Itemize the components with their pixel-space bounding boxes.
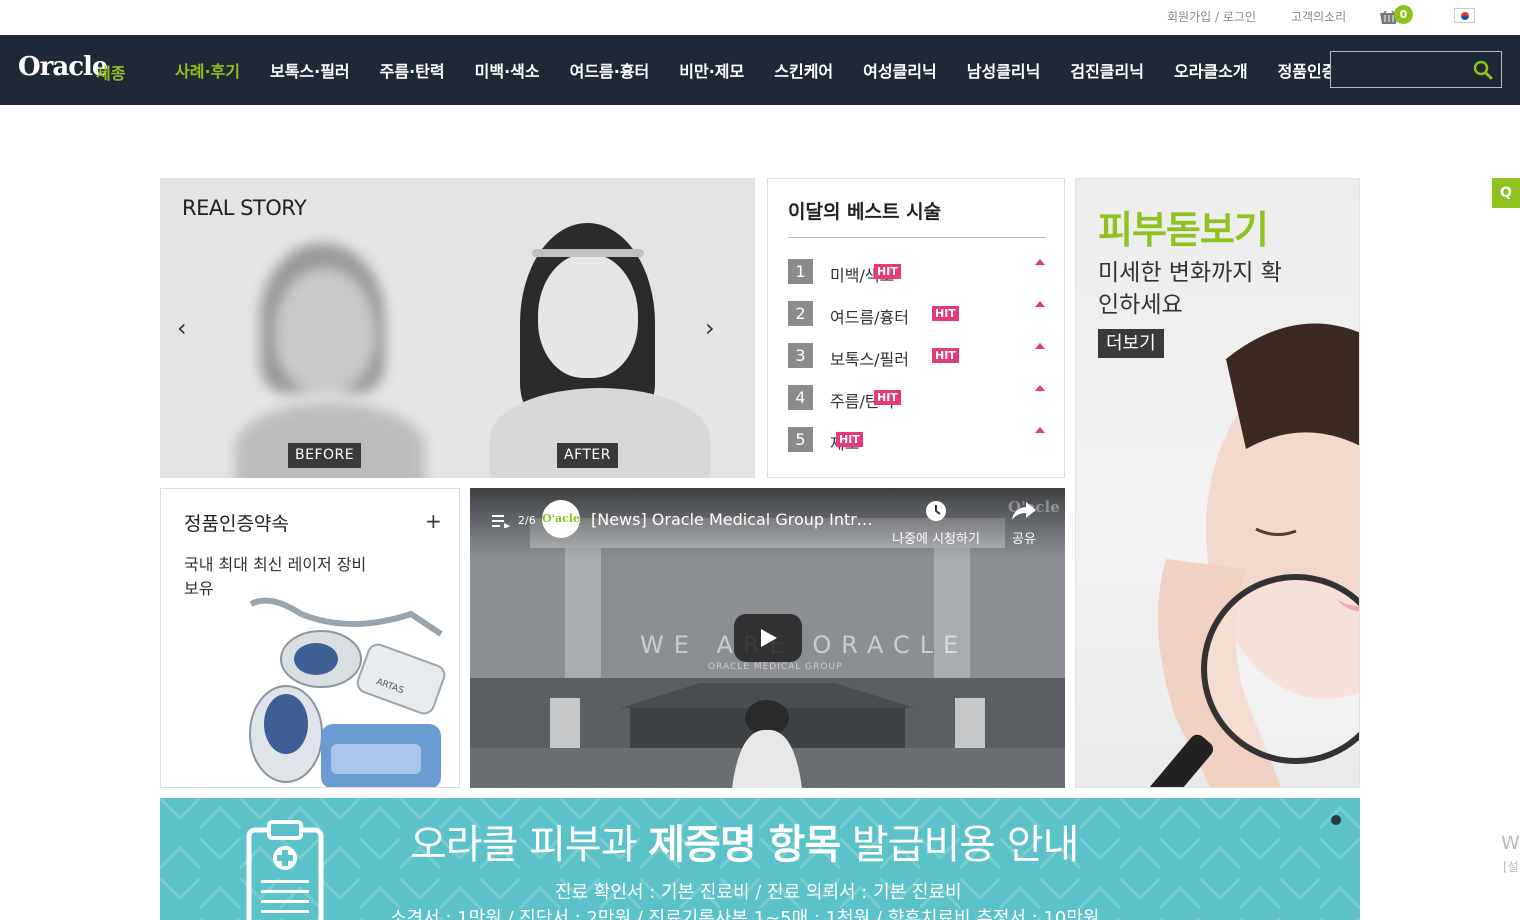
nav-item-7[interactable]: 여성클리닉 xyxy=(848,58,952,82)
nav-item-1[interactable]: 보톡스·필러 xyxy=(255,58,365,82)
nav-menu: 사례·후기 보톡스·필러 주름·탄력 미백·색소 여드름·흉터 비만·제모 스킨케어 여성클리… xyxy=(160,35,1381,105)
nav-item-2[interactable]: 주름·탄력 xyxy=(365,58,460,82)
real-story-panel: REAL STORY BEFORE AFTER ‹ › xyxy=(160,178,755,478)
certified-promise-title: 정품인증약속 xyxy=(184,513,289,535)
rank-up-icon xyxy=(1035,343,1045,349)
quick-menu-tab[interactable]: Q xyxy=(1492,178,1520,208)
hit-badge: HIT xyxy=(836,432,863,447)
best-item[interactable]: 1 미백/색소 HIT xyxy=(788,259,1048,285)
hit-badge: HIT xyxy=(932,306,959,321)
rank-up-icon xyxy=(1035,427,1045,433)
logo-text: Oracle xyxy=(18,52,108,82)
cart-button[interactable]: 0 xyxy=(1380,5,1414,29)
banner-title: 오라클 피부과 제증명 항목 발급비용 안내 xyxy=(410,822,1079,868)
clipboard-icon xyxy=(246,820,324,920)
real-story-title: REAL STORY xyxy=(182,196,307,220)
before-label: BEFORE xyxy=(288,443,362,468)
video-title[interactable]: [News] Oracle Medical Group Intro... xyxy=(591,510,881,529)
certified-promise-panel: 정품인증약속 + 국내 최대 최신 레이저 장비 보유 ARTAS xyxy=(160,488,460,788)
treatment-name: 보톡스/필러 xyxy=(830,350,909,369)
model-face-image xyxy=(1136,323,1359,787)
rank-number: 4 xyxy=(788,385,813,410)
best-item[interactable]: 5제모HIT xyxy=(788,427,1048,453)
nav-item-10[interactable]: 오라클소개 xyxy=(1159,58,1263,82)
before-photo xyxy=(215,233,445,478)
rank-number: 1 xyxy=(788,259,813,284)
side-text-bracket: [설 xyxy=(1503,860,1519,874)
divider xyxy=(788,237,1046,238)
customer-voice-link[interactable]: 고객의소리 xyxy=(1291,8,1346,25)
treatment-name: 여드름/흉터 xyxy=(830,308,909,327)
hit-badge: HIT xyxy=(874,264,901,279)
logo-region: 세종 xyxy=(96,64,126,83)
video-player[interactable]: WE ARE ORACLE ORACLE MEDICAL GROUP 2/6 O… xyxy=(470,488,1065,788)
best-treatments-panel: 이달의 베스트 시술 1 미백/색소 HIT 2 여드름/흉터 HIT 3 보톡스/필러 HIT… xyxy=(767,178,1065,478)
best-item[interactable]: 2 여드름/흉터 HIT xyxy=(788,301,1048,327)
clock-icon xyxy=(926,501,946,521)
best-item[interactable]: 4 주름/탄력 HIT xyxy=(788,385,1048,411)
korea-flag-icon[interactable] xyxy=(1454,8,1475,23)
playlist-icon[interactable] xyxy=(492,514,510,528)
nav-item-5[interactable]: 비만·제모 xyxy=(664,58,759,82)
video-overlay-subtext: ORACLE MEDICAL GROUP xyxy=(708,662,843,672)
banner-fee-line-2: 소견서 : 1만원 / 진단서 : 2만원 / 진료기록사본 1~5매 : 1천… xyxy=(390,908,1100,920)
video-watermark: O'acle xyxy=(1008,498,1060,516)
nav-item-4[interactable]: 여드름·흉터 xyxy=(555,58,665,82)
join-login-link[interactable]: 회원가입 / 로그인 xyxy=(1167,8,1256,25)
after-photo xyxy=(450,223,730,478)
nav-item-0[interactable]: 사례·후기 xyxy=(160,58,255,82)
side-text-w: W xyxy=(1501,832,1520,854)
laser-machine-image: ARTAS xyxy=(249,597,446,787)
search-icon[interactable] xyxy=(1473,60,1493,80)
nav-item-8[interactable]: 남성클리닉 xyxy=(952,58,1056,82)
nav-item-9[interactable]: 검진클리닉 xyxy=(1055,58,1159,82)
nav-item-3[interactable]: 미백·색소 xyxy=(460,58,555,82)
prev-arrow-icon[interactable]: ‹ xyxy=(177,316,197,342)
search-input[interactable] xyxy=(1331,52,1461,87)
plus-icon[interactable]: + xyxy=(425,509,442,533)
more-button[interactable]: 더보기 xyxy=(1098,329,1164,358)
search-box xyxy=(1330,51,1502,88)
hit-badge: HIT xyxy=(932,348,959,363)
banner-fee-line-1: 진료 확인서 : 기본 진료비 / 진료 의뢰서 : 기본 진료비 xyxy=(555,882,962,903)
next-arrow-icon[interactable]: › xyxy=(705,316,725,342)
rank-up-icon xyxy=(1035,385,1045,391)
skin-promo-subtitle: 미세한 변화까지 확인하세요 xyxy=(1098,260,1282,318)
rank-number: 2 xyxy=(788,301,813,326)
cart-count-badge: 0 xyxy=(1394,5,1413,24)
share-label: 공유 xyxy=(1012,532,1036,547)
main-nav: Oracle 세종 사례·후기 보톡스·필러 주름·탄력 미백·색소 여드름·흉터 비만·… xyxy=(0,35,1520,105)
skin-magnifier-promo[interactable]: 피부돋보기 미세한 변화까지 확인하세요 더보기 xyxy=(1075,178,1360,788)
banner-pager-dot[interactable] xyxy=(1331,815,1341,825)
rank-number: 3 xyxy=(788,343,813,368)
best-treatments-title: 이달의 베스트 시술 xyxy=(788,201,942,223)
video-overlay-text: WE ARE ORACLE xyxy=(640,631,969,659)
hit-badge: HIT xyxy=(874,390,901,405)
watch-later-button[interactable]: 나중에 시청하기 xyxy=(886,500,986,547)
certificate-fee-banner[interactable]: 오라클 피부과 제증명 항목 발급비용 안내 진료 확인서 : 기본 진료비 /… xyxy=(160,798,1360,920)
rank-up-icon xyxy=(1035,259,1045,265)
playlist-count: 2/6 xyxy=(518,514,536,527)
play-button-icon[interactable] xyxy=(734,614,802,662)
utility-bar: 회원가입 / 로그인 고객의소리 0 xyxy=(0,0,1520,35)
skin-promo-title: 피부돋보기 xyxy=(1098,208,1269,252)
nav-item-6[interactable]: 스킨케어 xyxy=(759,58,848,82)
watch-later-label: 나중에 시청하기 xyxy=(892,532,980,547)
best-item[interactable]: 3 보톡스/필러 HIT xyxy=(788,343,1048,369)
rank-up-icon xyxy=(1035,301,1045,307)
after-label: AFTER xyxy=(557,443,619,468)
channel-avatar[interactable]: O'acle xyxy=(542,500,580,538)
rank-number: 5 xyxy=(788,427,813,452)
